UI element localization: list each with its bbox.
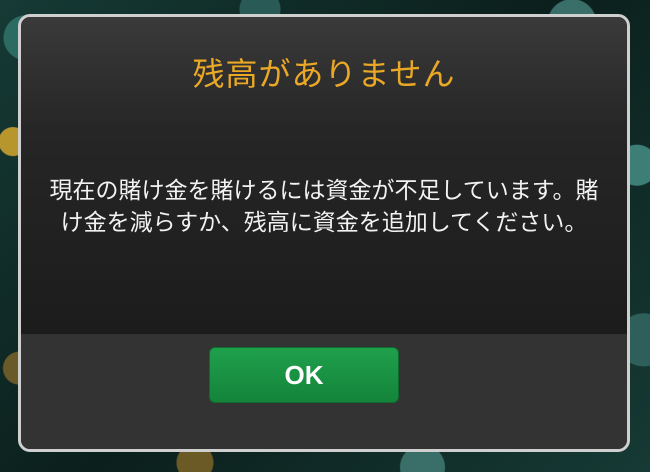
dialog-body: 残高がありません 現在の賭け金を賭けるには資金が不足しています。賭け金を減らすか… — [21, 17, 627, 333]
dialog-title: 残高がありません — [192, 55, 456, 93]
dialog-message: 現在の賭け金を賭けるには資金が不足しています。賭け金を減らすか、残高に資金を追加… — [49, 178, 599, 236]
ok-button[interactable]: OK — [209, 347, 399, 403]
